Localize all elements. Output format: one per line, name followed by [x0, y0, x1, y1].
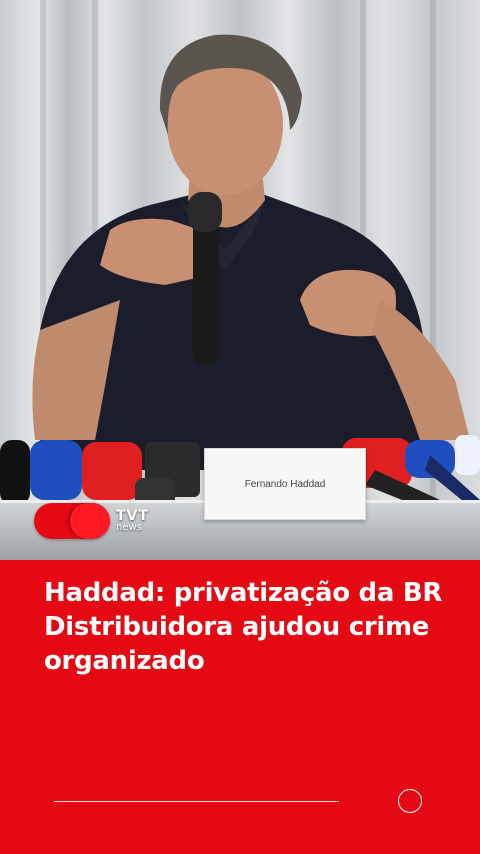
logo-sub: news — [116, 522, 142, 533]
logo-text: TVT news — [116, 509, 149, 533]
headline: Haddad: privatização da BR Distribuidora… — [44, 578, 443, 676]
progress-line[interactable] — [54, 801, 339, 802]
circle-icon[interactable] — [398, 789, 422, 813]
logo-main: TVT — [116, 508, 149, 524]
nameplate: Fernando Haddad — [204, 448, 366, 520]
tvt-news-logo: TVT news — [34, 502, 164, 540]
video-frame[interactable]: Fernando Haddad TVT news — [0, 0, 480, 560]
nameplate-text: Fernando Haddad — [244, 478, 326, 490]
logo-mark — [34, 503, 110, 539]
